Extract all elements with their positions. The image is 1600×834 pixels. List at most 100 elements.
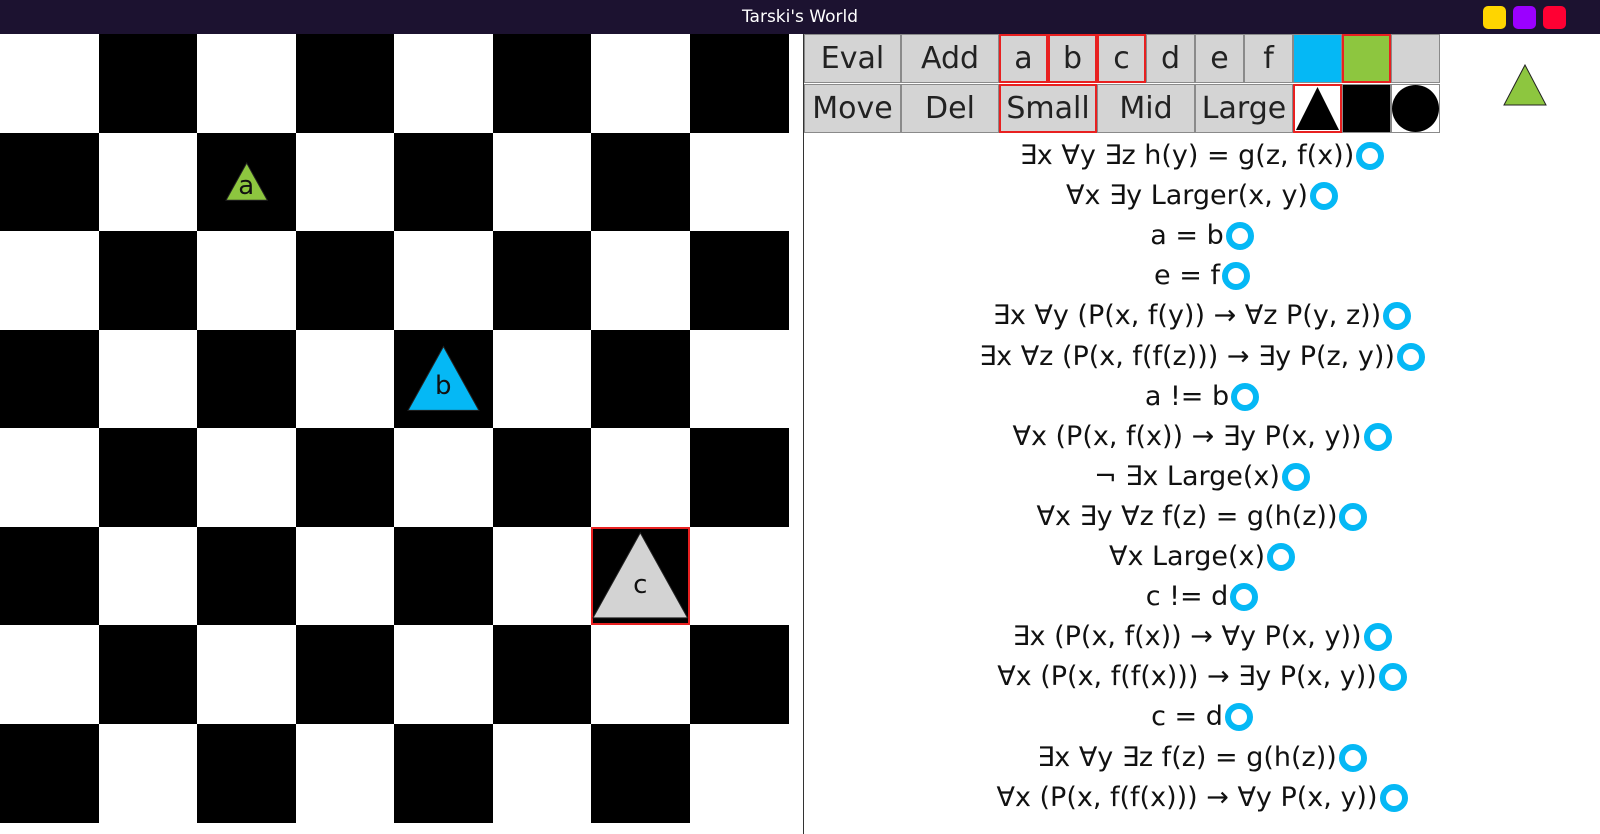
formula-row[interactable]: ∃x ∀y ∃z f(z) = g(h(z)) xyxy=(804,738,1600,778)
board-cell[interactable] xyxy=(492,526,592,626)
board-cell[interactable] xyxy=(98,34,198,133)
board-cell[interactable] xyxy=(394,132,493,232)
board-cell[interactable] xyxy=(492,231,592,330)
constant-a-button[interactable]: a xyxy=(999,34,1048,83)
formula-row[interactable]: ¬ ∃x Large(x) xyxy=(804,457,1600,497)
board-cell[interactable] xyxy=(98,723,198,823)
world-board[interactable]: a b c xyxy=(0,34,804,834)
formula-row[interactable]: ∀x Large(x) xyxy=(804,537,1600,577)
board-cell[interactable] xyxy=(98,132,198,232)
formula-row[interactable]: ∀x ∃y Larger(x, y) xyxy=(804,176,1600,216)
formula-row[interactable]: ∃x (P(x, f(x)) → ∀y P(x, y)) xyxy=(804,617,1600,657)
board-cell[interactable] xyxy=(197,526,296,626)
maximize-button[interactable] xyxy=(1513,6,1536,29)
board-cell[interactable] xyxy=(689,329,789,429)
constant-f-button[interactable]: f xyxy=(1244,34,1293,83)
formula-row[interactable]: ∀x (P(x, f(f(x))) → ∀y P(x, y)) xyxy=(804,778,1600,818)
board-cell[interactable] xyxy=(295,723,395,823)
board-cell[interactable] xyxy=(197,34,296,133)
board-cell[interactable] xyxy=(98,428,198,527)
board-cell[interactable] xyxy=(197,723,296,823)
minimize-button[interactable] xyxy=(1483,6,1506,29)
constant-c-button[interactable]: c xyxy=(1097,34,1146,83)
board-cell[interactable] xyxy=(591,625,690,724)
board-cell[interactable] xyxy=(0,526,99,626)
eval-button[interactable]: Eval xyxy=(804,34,901,83)
board-cell[interactable] xyxy=(492,132,592,232)
board-cell[interactable] xyxy=(197,428,296,527)
board-cell[interactable] xyxy=(689,526,789,626)
board-cell[interactable] xyxy=(295,625,395,724)
formula-row[interactable]: c != d xyxy=(804,577,1600,617)
board-cell[interactable] xyxy=(591,231,690,330)
board-cell[interactable] xyxy=(394,231,493,330)
move-button[interactable]: Move xyxy=(804,84,901,133)
board-cell[interactable] xyxy=(689,132,789,232)
board-cell[interactable] xyxy=(591,723,690,823)
board-cell[interactable] xyxy=(689,34,789,133)
board-cell[interactable] xyxy=(591,132,690,232)
board-cell[interactable] xyxy=(394,625,493,724)
color-blue-swatch[interactable] xyxy=(1293,34,1342,83)
formula-row[interactable]: ∃x ∀z (P(x, f(f(z))) → ∃y P(z, y)) xyxy=(804,337,1600,377)
formula-row[interactable]: c = d xyxy=(804,697,1600,737)
piece-a[interactable]: a xyxy=(224,161,268,202)
board-cell[interactable] xyxy=(689,428,789,527)
board-cell[interactable] xyxy=(394,723,493,823)
board-cell[interactable] xyxy=(0,34,99,133)
board-cell[interactable] xyxy=(197,625,296,724)
board-cell[interactable] xyxy=(591,329,690,429)
piece-c[interactable]: c xyxy=(592,528,689,623)
board-cell[interactable] xyxy=(98,625,198,724)
piece-b[interactable]: b xyxy=(406,343,480,414)
board-cell[interactable] xyxy=(295,231,395,330)
formula-row[interactable]: a = b xyxy=(804,216,1600,256)
board-cell[interactable] xyxy=(394,34,493,133)
close-button[interactable] xyxy=(1543,6,1566,29)
size-large-button[interactable]: Large xyxy=(1195,84,1293,133)
board-cell[interactable] xyxy=(492,625,592,724)
board-cell[interactable] xyxy=(295,132,395,232)
board-cell[interactable] xyxy=(591,428,690,527)
constant-d-button[interactable]: d xyxy=(1146,34,1195,83)
shape-square-button[interactable] xyxy=(1342,84,1391,133)
formula-row[interactable]: ∃x ∀y ∃z h(y) = g(z, f(x)) xyxy=(804,136,1600,176)
formula-row[interactable]: e = f xyxy=(804,256,1600,296)
board-cell[interactable] xyxy=(0,329,99,429)
formula-row[interactable]: ∀x (P(x, f(x)) → ∃y P(x, y)) xyxy=(804,417,1600,457)
board-cell[interactable] xyxy=(295,329,395,429)
board-cell[interactable] xyxy=(295,428,395,527)
formula-row[interactable]: a != b xyxy=(804,377,1600,417)
board-cell[interactable] xyxy=(492,329,592,429)
formula-row[interactable]: ∃x ∀y (P(x, f(y)) → ∀z P(y, z)) xyxy=(804,296,1600,336)
board-cell[interactable] xyxy=(492,428,592,527)
board-cell[interactable] xyxy=(689,231,789,330)
board-cell[interactable] xyxy=(197,329,296,429)
delete-button[interactable]: Del xyxy=(901,84,999,133)
board-cell[interactable] xyxy=(0,132,99,232)
formula-row[interactable]: ∀x ∃y ∀z f(z) = g(h(z)) xyxy=(804,497,1600,537)
color-gray-swatch[interactable] xyxy=(1391,34,1440,83)
board-cell[interactable] xyxy=(197,231,296,330)
board-cell[interactable] xyxy=(394,428,493,527)
shape-triangle-button[interactable] xyxy=(1293,84,1342,133)
board-cell[interactable] xyxy=(492,34,592,133)
board-cell[interactable] xyxy=(394,526,493,626)
add-button[interactable]: Add xyxy=(901,34,999,83)
board-cell[interactable] xyxy=(591,34,690,133)
board-cell[interactable] xyxy=(689,723,789,823)
constant-e-button[interactable]: e xyxy=(1195,34,1244,83)
board-cell[interactable] xyxy=(98,329,198,429)
size-mid-button[interactable]: Mid xyxy=(1097,84,1195,133)
board-cell[interactable] xyxy=(0,723,99,823)
color-green-swatch[interactable] xyxy=(1342,34,1391,83)
shape-circle-button[interactable] xyxy=(1391,84,1440,133)
formula-row[interactable]: ∀x (P(x, f(f(x))) → ∃y P(x, y)) xyxy=(804,657,1600,697)
board-cell[interactable] xyxy=(0,231,99,330)
board-cell[interactable] xyxy=(0,625,99,724)
board-cell[interactable] xyxy=(689,625,789,724)
constant-b-button[interactable]: b xyxy=(1048,34,1097,83)
board-cell[interactable] xyxy=(295,526,395,626)
board-cell[interactable] xyxy=(492,723,592,823)
board-cell[interactable] xyxy=(98,526,198,626)
